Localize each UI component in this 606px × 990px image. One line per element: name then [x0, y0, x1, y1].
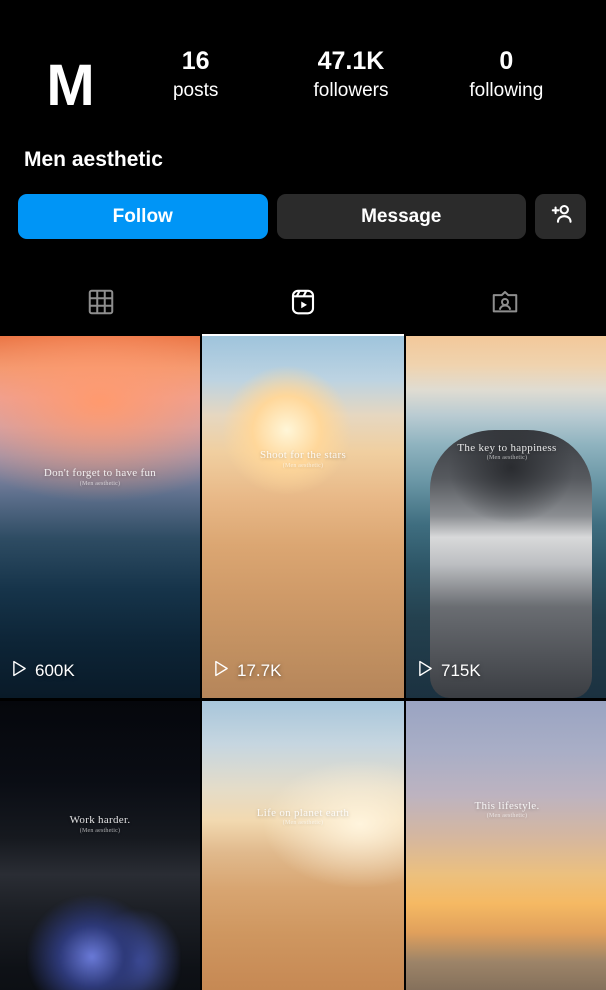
grid-icon — [86, 287, 116, 322]
profile-stats: 16 posts 47.1K followers 0 following — [118, 38, 584, 106]
reel-view-count-value: 715K — [441, 661, 481, 680]
reel-view-count: 17.7K — [214, 660, 281, 682]
follow-button[interactable]: Follow — [18, 194, 268, 239]
reel-view-count: 600K — [12, 660, 75, 682]
stat-followers-label: followers — [313, 80, 389, 102]
tab-tagged[interactable] — [404, 273, 606, 336]
play-icon — [418, 660, 433, 682]
tagged-icon — [490, 287, 520, 322]
stat-followers[interactable]: 47.1K followers — [273, 46, 428, 106]
status-bar-spacer — [0, 0, 606, 30]
stat-following[interactable]: 0 following — [429, 46, 584, 106]
instagram-profile-screen: M 16 posts 47.1K followers 0 following M… — [0, 0, 606, 990]
tab-reels[interactable] — [202, 273, 404, 336]
add-person-button[interactable] — [535, 194, 586, 239]
stat-followers-value: 47.1K — [317, 47, 385, 75]
reels-grid-wrapper: Don't forget to have fun (Men aesthetic)… — [0, 336, 606, 990]
reel-tile[interactable]: Life on planet earth (Men aesthetic) — [202, 701, 404, 990]
stat-posts-label: posts — [172, 80, 219, 102]
stat-following-label: following — [469, 80, 544, 102]
reel-thumbnail — [202, 701, 404, 990]
reel-thumbnail — [406, 701, 606, 990]
profile-display-name: Men aesthetic — [24, 148, 163, 171]
play-icon — [12, 660, 27, 682]
add-person-icon — [548, 201, 574, 233]
stat-following-value: 0 — [499, 47, 514, 75]
reel-thumbnail — [202, 336, 404, 698]
reel-view-count-value: 17.7K — [237, 661, 282, 680]
stat-posts[interactable]: 16 posts — [118, 46, 273, 106]
reels-icon — [288, 287, 318, 322]
tab-grid[interactable] — [0, 273, 202, 336]
reel-thumbnail — [406, 336, 606, 698]
avatar-letter: M — [46, 53, 94, 118]
reels-grid: Don't forget to have fun (Men aesthetic)… — [0, 336, 606, 990]
reel-tile[interactable]: Work harder. (Men aesthetic) — [0, 701, 200, 990]
profile-action-bar: Follow Message — [0, 172, 606, 239]
profile-header: M 16 posts 47.1K followers 0 following — [0, 30, 606, 134]
reel-view-count: 715K — [418, 660, 481, 682]
message-button[interactable]: Message — [276, 194, 526, 239]
stat-posts-value: 16 — [181, 47, 210, 75]
profile-tab-bar — [0, 273, 606, 336]
reel-tile[interactable]: Don't forget to have fun (Men aesthetic)… — [0, 336, 200, 698]
avatar[interactable]: M — [22, 38, 118, 134]
reel-tile[interactable]: The key to happiness (Men aesthetic) 715… — [406, 336, 606, 698]
reel-view-count-value: 600K — [35, 661, 75, 680]
play-icon — [214, 660, 229, 682]
reel-tile[interactable]: Shoot for the stars (Men aesthetic) 17.7… — [202, 336, 404, 698]
reel-thumbnail — [0, 336, 200, 698]
reel-tile[interactable]: This lifestyle. (Men aesthetic) — [406, 701, 606, 990]
reel-thumbnail — [0, 701, 200, 990]
